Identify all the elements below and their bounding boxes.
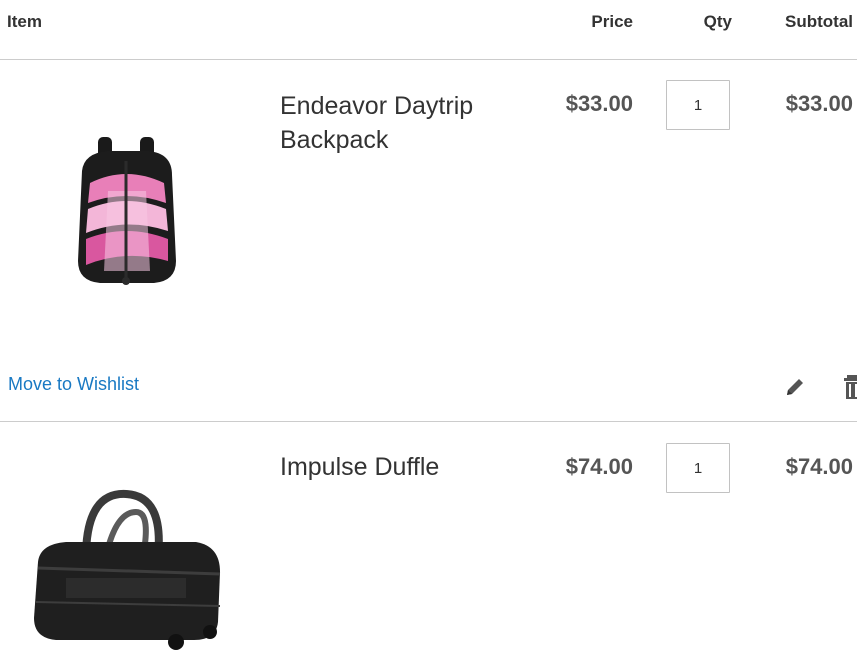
item-price: $74.00 <box>565 454 633 479</box>
column-header-qty: Qty <box>703 12 732 31</box>
column-header-price: Price <box>591 12 633 31</box>
pencil-icon[interactable] <box>783 375 807 399</box>
column-header-subtotal: Subtotal <box>785 12 853 31</box>
product-name[interactable]: Endeavor Daytrip Backpack <box>280 89 510 157</box>
cart-table-header: Item Price Qty Subtotal <box>0 0 857 60</box>
product-image-duffle[interactable] <box>26 482 226 652</box>
column-header-item: Item <box>7 12 42 31</box>
qty-input[interactable] <box>666 80 730 130</box>
item-subtotal: $33.00 <box>785 91 853 116</box>
cart-item-row: Impulse Duffle $74.00 $74.00 <box>0 424 857 652</box>
cart-item-row: Endeavor Daytrip Backpack $33.00 $33.00 <box>0 61 857 361</box>
cart-item-actions: Move to Wishlist <box>0 361 857 422</box>
product-name[interactable]: Impulse Duffle <box>280 450 510 484</box>
item-price: $33.00 <box>565 91 633 116</box>
product-image-backpack[interactable] <box>68 131 184 291</box>
qty-input[interactable] <box>666 443 730 493</box>
trash-icon[interactable] <box>843 373 857 401</box>
cart-table: Item Price Qty Subtotal Endeavor Daytrip… <box>0 0 857 652</box>
item-subtotal: $74.00 <box>785 454 853 479</box>
move-to-wishlist-link[interactable]: Move to Wishlist <box>8 374 139 395</box>
